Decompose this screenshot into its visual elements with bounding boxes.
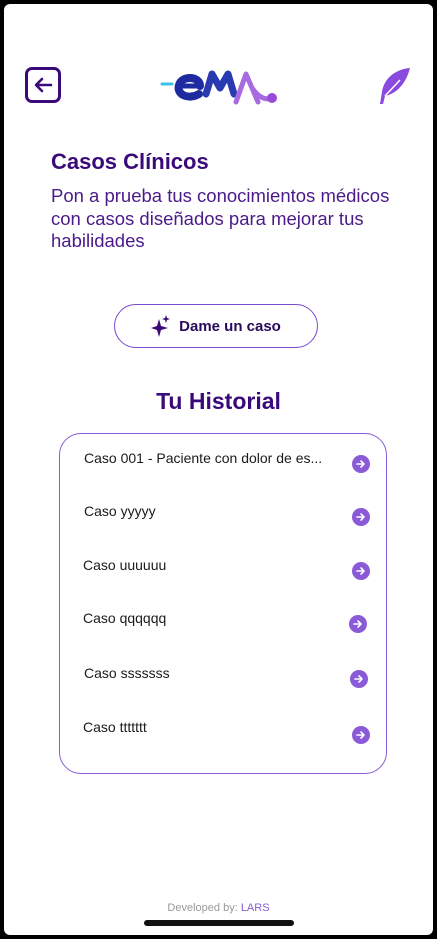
arrow-right-circle-icon[interactable]	[352, 455, 370, 473]
history-item[interactable]: Caso ttttttt	[60, 719, 386, 749]
history-item-label: Caso yyyyy	[84, 503, 156, 519]
arrow-right-circle-icon[interactable]	[350, 670, 368, 688]
history-item-label: Caso sssssss	[84, 665, 170, 681]
cta-label: Dame un caso	[179, 317, 281, 335]
footer-prefix: Developed by:	[167, 902, 238, 914]
home-indicator[interactable]	[144, 920, 294, 926]
page-subtitle: Pon a prueba tus conocimientos médicos c…	[51, 185, 390, 251]
page-title: Casos Clínicos	[51, 149, 209, 174]
history-item-label: Caso 001 - Paciente con dolor de es...	[84, 450, 323, 466]
history-item-label: Caso qqqqqq	[83, 610, 167, 626]
svg-text:eMa: eMa	[220, 107, 222, 109]
sparkles-icon	[151, 315, 171, 337]
back-button[interactable]	[25, 67, 61, 103]
history-item[interactable]: Caso yyyyy	[60, 503, 386, 533]
arrow-left-icon	[34, 77, 53, 93]
dame-un-caso-button[interactable]: Dame un caso	[114, 304, 318, 348]
footer-credit: Developed by: LARS	[4, 902, 433, 914]
app-screen: eMa Casos Clínicos Pon a prueba tus cono…	[4, 4, 433, 935]
history-item[interactable]: Caso 001 - Paciente con dolor de es...	[60, 450, 386, 480]
history-item-label: Caso uuuuuu	[83, 557, 167, 573]
arrow-right-circle-icon[interactable]	[352, 562, 370, 580]
history-item[interactable]: Caso qqqqqq	[60, 610, 386, 640]
history-card: Caso 001 - Paciente con dolor de es... C…	[59, 433, 387, 774]
history-item-label: Caso ttttttt	[83, 719, 147, 735]
ema-logo: eMa	[160, 70, 277, 109]
arrow-right-circle-icon[interactable]	[352, 508, 370, 526]
history-title: Tu Historial	[156, 388, 281, 414]
arrow-right-circle-icon[interactable]	[349, 615, 367, 633]
arrow-right-circle-icon[interactable]	[352, 726, 370, 744]
feather-icon[interactable]	[376, 66, 412, 106]
footer-brand-link[interactable]: LARS	[241, 902, 270, 914]
history-item[interactable]: Caso uuuuuu	[60, 557, 386, 587]
history-item[interactable]: Caso sssssss	[60, 665, 386, 695]
